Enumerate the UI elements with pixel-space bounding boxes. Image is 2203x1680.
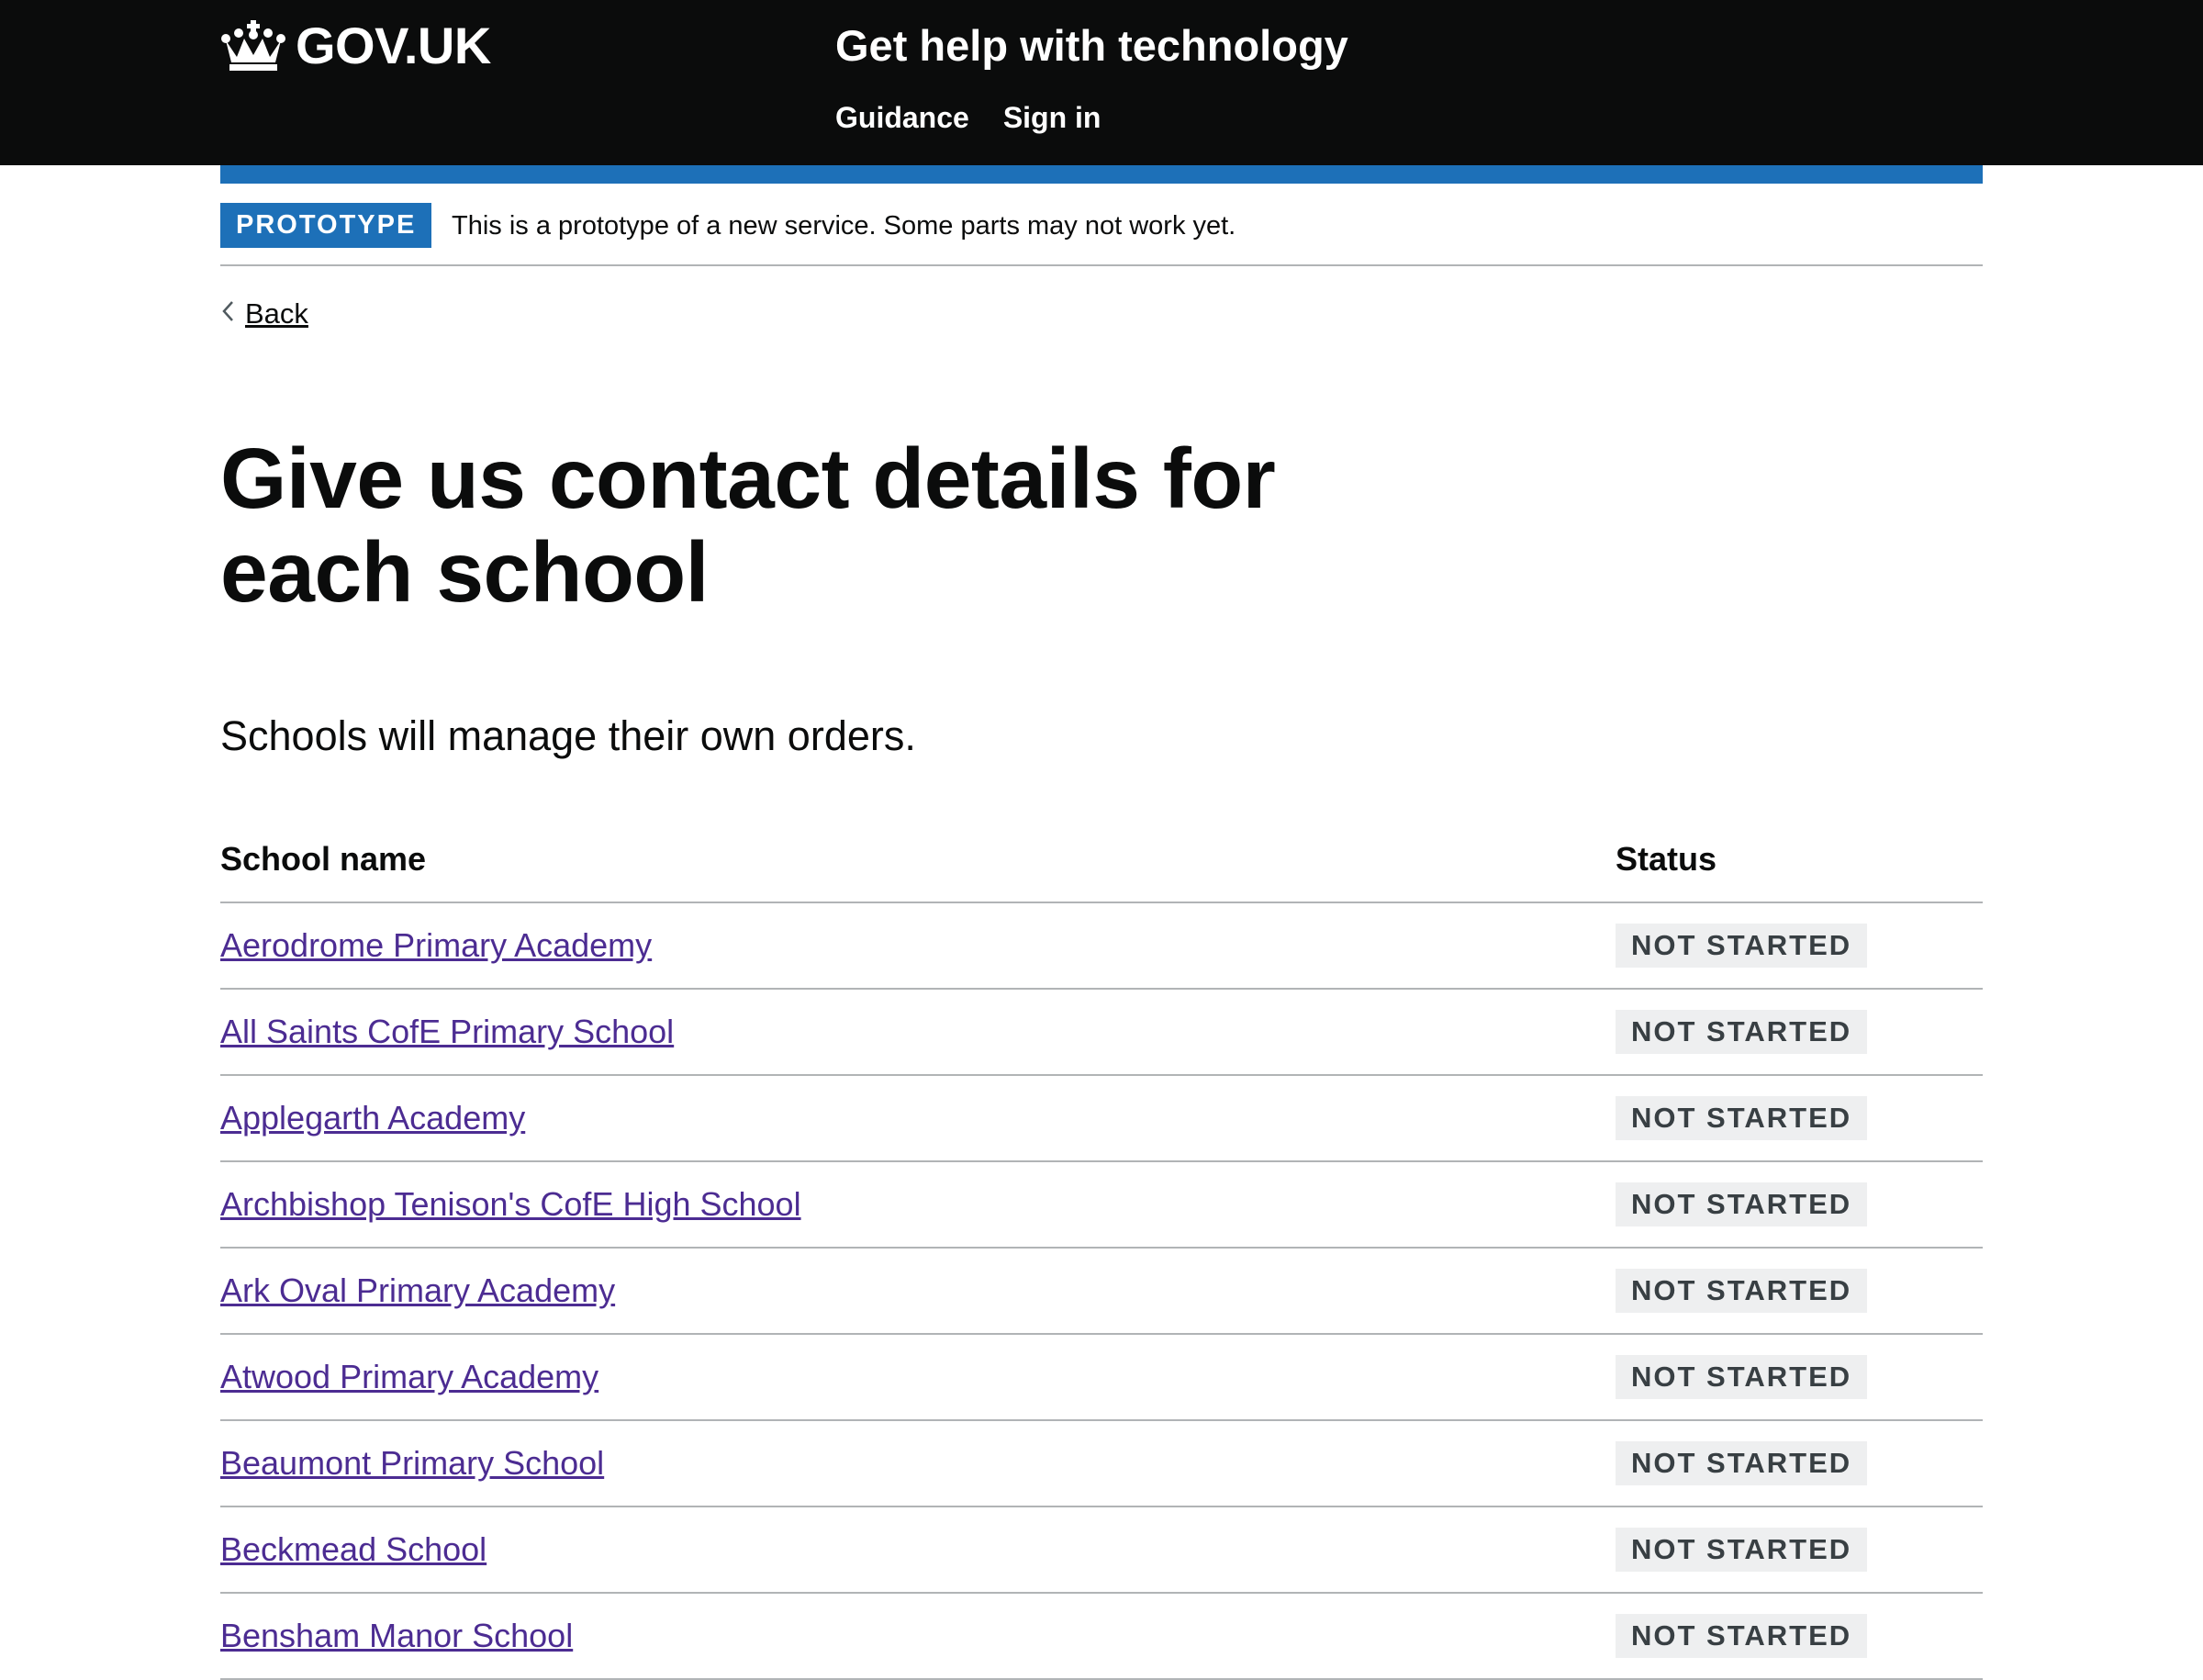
header-blue-bar [220, 165, 1983, 184]
phase-banner-text: This is a prototype of a new service. So… [452, 211, 1236, 241]
table-row: Atwood Primary Academy NOT STARTED [220, 1334, 1983, 1421]
schools-table: School name Status Aerodrome Primary Aca… [220, 817, 1983, 1680]
table-row: All Saints CofE Primary School NOT START… [220, 989, 1983, 1076]
column-header-status: Status [1616, 817, 1983, 903]
school-link[interactable]: Atwood Primary Academy [220, 1358, 598, 1395]
header-navigation: Guidance Sign in [835, 95, 1101, 140]
site-header: GOV.UK Get help with technology Guidance… [0, 0, 2203, 165]
school-link[interactable]: Applegarth Academy [220, 1099, 525, 1137]
service-name-link[interactable]: Get help with technology [835, 17, 1348, 75]
lead-paragraph: Schools will manage their own orders. [220, 712, 916, 759]
status-badge: NOT STARTED [1616, 1182, 1868, 1226]
school-link[interactable]: Archbishop Tenison's CofE High School [220, 1185, 801, 1223]
nav-sign-in-link[interactable]: Sign in [1003, 95, 1102, 140]
table-row: Aerodrome Primary Academy NOT STARTED [220, 902, 1983, 990]
govuk-logo-link[interactable]: GOV.UK [220, 17, 491, 75]
status-badge: NOT STARTED [1616, 1010, 1868, 1054]
nav-guidance-link[interactable]: Guidance [835, 95, 969, 140]
status-badge: NOT STARTED [1616, 1528, 1868, 1572]
phase-banner: PROTOTYPE This is a prototype of a new s… [220, 184, 1983, 266]
logo-text: GOV.UK [296, 17, 491, 74]
table-header-row: School name Status [220, 817, 1983, 903]
back-link[interactable]: Back [220, 292, 308, 336]
table-row: Beckmead School NOT STARTED [220, 1506, 1983, 1594]
column-header-school-name: School name [220, 817, 1616, 903]
school-link[interactable]: Ark Oval Primary Academy [220, 1271, 615, 1309]
status-badge: NOT STARTED [1616, 1355, 1868, 1399]
chevron-left-icon [220, 297, 245, 330]
phase-tag: PROTOTYPE [220, 203, 432, 248]
status-badge: NOT STARTED [1616, 1614, 1868, 1658]
status-badge: NOT STARTED [1616, 1269, 1868, 1313]
school-link[interactable]: Bensham Manor School [220, 1617, 573, 1654]
school-link[interactable]: Aerodrome Primary Academy [220, 926, 652, 964]
table-row: Ark Oval Primary Academy NOT STARTED [220, 1248, 1983, 1335]
table-row: Applegarth Academy NOT STARTED [220, 1075, 1983, 1162]
table-row: Bensham Manor School NOT STARTED [220, 1593, 1983, 1680]
page-title: Give us contact details for each school [220, 431, 1276, 620]
status-badge: NOT STARTED [1616, 924, 1868, 968]
school-link[interactable]: All Saints CofE Primary School [220, 1013, 674, 1050]
school-link[interactable]: Beckmead School [220, 1530, 486, 1568]
table-row: Beaumont Primary School NOT STARTED [220, 1420, 1983, 1507]
status-badge: NOT STARTED [1616, 1441, 1868, 1485]
school-link[interactable]: Beaumont Primary School [220, 1444, 604, 1482]
back-link-label: Back [245, 297, 308, 330]
status-badge: NOT STARTED [1616, 1096, 1868, 1140]
table-row: Archbishop Tenison's CofE High School NO… [220, 1161, 1983, 1249]
crown-icon [220, 20, 286, 72]
